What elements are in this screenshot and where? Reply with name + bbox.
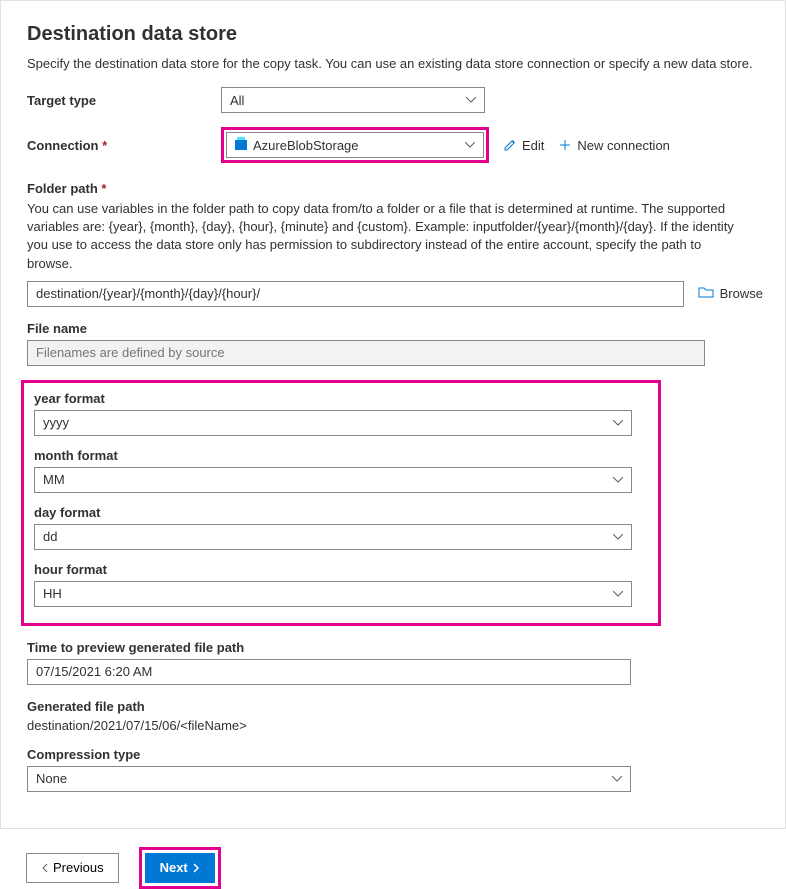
connection-select[interactable]: AzureBlobStorage: [226, 132, 484, 158]
browse-button[interactable]: Browse: [698, 286, 763, 301]
storage-icon: [235, 140, 247, 150]
next-button[interactable]: Next: [145, 853, 215, 883]
year-format-select[interactable]: yyyy: [34, 410, 632, 436]
day-format-label: day format: [34, 505, 648, 520]
next-highlight: Next: [139, 847, 221, 889]
hour-format-label: hour format: [34, 562, 648, 577]
pencil-icon: [503, 138, 517, 152]
file-name-label: File name: [27, 321, 763, 336]
target-type-label: Target type: [27, 93, 221, 108]
compression-label: Compression type: [27, 747, 631, 762]
folder-path-label: Folder path *: [27, 181, 763, 196]
plus-icon: [558, 138, 572, 152]
connection-label: Connection *: [27, 138, 221, 153]
chevron-down-icon: [613, 475, 623, 485]
compression-select[interactable]: None: [27, 766, 631, 792]
hour-format-select[interactable]: HH: [34, 581, 632, 607]
edit-connection-link[interactable]: Edit: [503, 138, 544, 153]
connection-row: Connection * AzureBlobStorage Edit: [27, 127, 763, 163]
folder-path-help: You can use variables in the folder path…: [27, 200, 737, 273]
file-name-input: [27, 340, 705, 366]
chevron-down-icon: [466, 95, 476, 105]
preview-time-label: Time to preview generated file path: [27, 640, 763, 655]
preview-time-input[interactable]: [27, 659, 631, 685]
folder-path-input[interactable]: [27, 281, 684, 307]
chevron-down-icon: [465, 140, 475, 150]
previous-button[interactable]: Previous: [26, 853, 119, 883]
chevron-down-icon: [613, 589, 623, 599]
page-description: Specify the destination data store for t…: [27, 56, 763, 71]
generated-path-label: Generated file path: [27, 699, 763, 714]
format-highlight-group: year format yyyy month format MM day for…: [21, 380, 661, 626]
generated-path-value: destination/2021/07/15/06/<fileName>: [27, 718, 763, 733]
target-type-select[interactable]: All: [221, 87, 485, 113]
chevron-left-icon: [41, 863, 49, 873]
page-title: Destination data store: [27, 23, 763, 46]
target-type-row: Target type All: [27, 87, 763, 113]
chevron-down-icon: [613, 418, 623, 428]
day-format-select[interactable]: dd: [34, 524, 632, 550]
folder-icon: [698, 286, 714, 301]
month-format-label: month format: [34, 448, 648, 463]
month-format-select[interactable]: MM: [34, 467, 632, 493]
year-format-label: year format: [34, 391, 648, 406]
connection-highlight: AzureBlobStorage: [221, 127, 489, 163]
destination-data-store-panel: Destination data store Specify the desti…: [0, 0, 786, 829]
wizard-button-bar: Previous Next: [0, 829, 786, 889]
new-connection-link[interactable]: New connection: [558, 138, 670, 153]
chevron-right-icon: [192, 863, 200, 873]
chevron-down-icon: [613, 532, 623, 542]
chevron-down-icon: [612, 774, 622, 784]
